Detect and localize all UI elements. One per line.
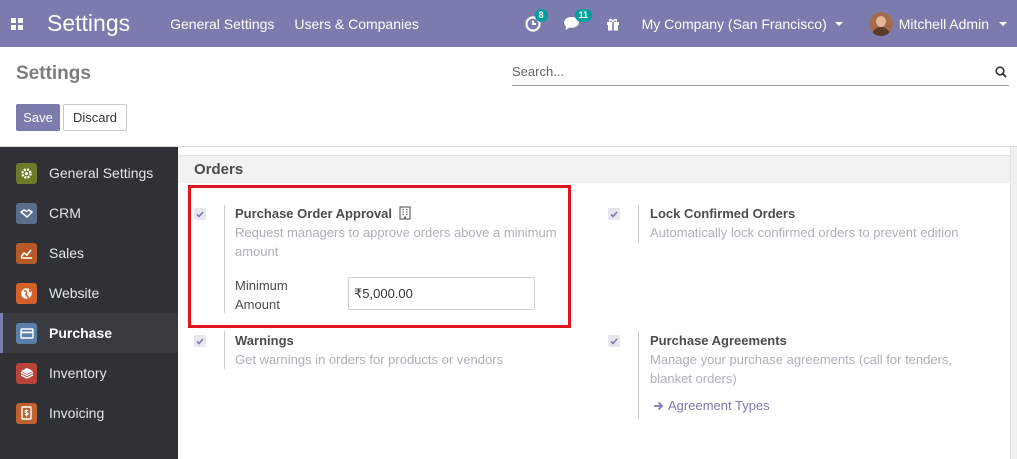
sidebar-item-crm[interactable]: CRM [0,193,178,233]
warnings-checkbox[interactable] [194,335,206,347]
scrollbar[interactable] [1010,147,1017,459]
menu-users-companies[interactable]: Users & Companies [294,16,419,32]
company-switcher[interactable]: My Company (San Francisco) [642,16,843,32]
sidebar-item-general-settings[interactable]: General Settings [0,153,178,193]
invoice-icon [16,402,37,424]
agreements-checkbox[interactable] [608,335,620,347]
apps-menu-icon[interactable] [0,0,34,47]
messages-badge: 11 [574,9,593,22]
sidebar-item-label: General Settings [49,165,154,181]
section-title: Orders [194,161,244,178]
agreements-description: Manage your purchase agreements (call fo… [650,352,953,386]
messaging-systray[interactable]: 11 [563,9,593,31]
check-icon [610,210,618,218]
box-icon [16,362,37,384]
section-header: Orders [178,155,1010,183]
activity-badge: 8 [534,8,548,22]
agreements-title: Purchase Agreements [650,333,787,348]
divider [224,331,225,369]
page-title: Settings [16,63,91,84]
sidebar-item-label: Invoicing [49,405,105,421]
credit-card-icon [16,322,37,344]
chevron-down-icon [834,21,843,26]
discard-button[interactable]: Discard [63,104,127,131]
sidebar-item-label: Inventory [49,365,107,381]
sidebar-item-purchase[interactable]: Purchase [0,313,178,353]
app-brand[interactable]: Settings [47,10,130,37]
sidebar-item-label: Purchase [49,325,113,341]
search-input[interactable] [512,64,995,79]
lock-orders-title: Lock Confirmed Orders [650,206,796,221]
sidebar-item-inventory[interactable]: Inventory [0,353,178,393]
user-menu[interactable]: Mitchell Admin [868,11,1007,36]
top-navbar: Settings General Settings Users & Compan… [0,0,1017,47]
gift-icon[interactable] [606,17,620,31]
sidebar-item-label: Website [49,285,100,301]
chart-icon [16,242,37,264]
sidebar-item-website[interactable]: Website [0,273,178,313]
sidebar-item-label: Sales [49,245,85,261]
divider [638,331,639,419]
save-button[interactable]: Save [16,104,60,131]
warnings-description: Get warnings in orders for products or v… [235,352,504,367]
sidebar-item-invoicing[interactable]: Invoicing [0,393,178,433]
handshake-icon [16,202,37,224]
avatar [868,11,893,36]
check-icon [196,337,204,345]
company-name: My Company (San Francisco) [641,15,827,32]
agreement-types-link[interactable]: Agreement Types [653,398,770,413]
lock-orders-checkbox[interactable] [608,208,620,220]
check-icon [610,337,618,345]
chevron-down-icon [999,21,1007,26]
user-name: Mitchell Admin [898,15,989,32]
lock-orders-description: Automatically lock confirmed orders to p… [650,225,959,240]
sidebar-item-label: CRM [49,205,81,221]
arrow-right-icon [654,401,664,410]
search-icon[interactable] [995,65,1007,78]
gear-icon [16,162,37,184]
highlight-box [188,185,571,328]
agreement-types-label: Agreement Types [668,398,770,413]
menu-general-settings[interactable]: General Settings [170,16,274,32]
search-bar [512,58,1009,86]
divider [638,205,639,243]
sidebar-item-sales[interactable]: Sales [0,233,178,273]
settings-sidebar: General Settings CRM Sales Website Purch… [0,147,178,459]
globe-icon [16,282,37,304]
activity-systray[interactable]: 8 [524,8,548,32]
warnings-title: Warnings [235,333,294,348]
